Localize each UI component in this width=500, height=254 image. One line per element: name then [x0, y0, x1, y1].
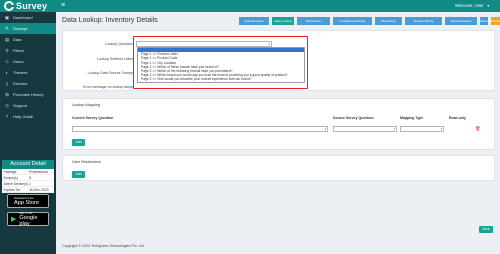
help-icon: ? — [5, 114, 9, 119]
sidebar-item-label: Support — [13, 103, 28, 108]
tab-preview[interactable]: Preview — [491, 17, 500, 25]
account-detail-title: Account Detail — [2, 160, 54, 169]
tablet-icon: ▯ — [5, 80, 9, 86]
lookup-data-source-label: Lookup Data Source Survey* — [87, 71, 134, 75]
account-detail-rows: Package Professional Device(s) 5 Active Devi… — [2, 169, 54, 193]
sidebar-item-help-guide[interactable]: ? Help Guide — [0, 111, 56, 122]
menu-toggle-icon[interactable]: ≡ — [61, 2, 65, 10]
account-detail-value: 26-Dec-2023 — [29, 188, 49, 192]
tab-data-lookup[interactable]: Data Lookup — [272, 17, 294, 25]
sidebar-item-label: Themes — [13, 70, 28, 75]
sidebar-item-data[interactable]: ▤ Data — [0, 34, 56, 45]
app-logo[interactable]: Survey — [4, 1, 47, 11]
tab-questionnaire[interactable]: Questionnaire — [239, 17, 269, 25]
sidebar-item-support[interactable]: ⊙ Support — [0, 100, 56, 111]
page-title: Data Lookup: Inventory Details — [62, 17, 158, 24]
sidebar-item-devices[interactable]: ▯ Devices — [0, 78, 56, 89]
delete-row-icon[interactable]: 🗑 — [475, 126, 481, 132]
tab-branching[interactable]: Branching — [375, 17, 402, 25]
account-detail-row: Expires On 26-Dec-2023 — [2, 187, 54, 193]
tab-conditional-display[interactable]: Conditional Display — [333, 17, 372, 25]
play-store-icon: ▶ — [11, 215, 17, 223]
account-detail-card: Account Detail Package Professional Device… — [2, 160, 54, 193]
lookup-subfield-label: Lookup Subfield Label* — [97, 57, 134, 61]
col-mapping-type: Mapping Type — [400, 116, 424, 120]
account-detail-value: Professional — [29, 170, 48, 174]
tab-answer-piping[interactable]: Answer Piping — [405, 17, 442, 25]
account-detail-key: Package — [3, 170, 17, 174]
add-restriction-button[interactable]: Add — [72, 171, 85, 178]
google-play-button[interactable]: ▶ GET IT ON Google play — [7, 212, 49, 227]
mapping-type-select[interactable]: ▾ — [400, 126, 444, 132]
tab-randomization[interactable]: Randomization — [445, 17, 477, 25]
sidebar-item-surveys[interactable]: ✎ Surveys — [0, 23, 56, 34]
sidebar-item-label: Users — [13, 59, 24, 64]
tab-scoring[interactable]: Scoring — [480, 17, 491, 25]
account-detail-key: Expires On — [3, 188, 21, 192]
col-current-survey-question: Current Survey Question — [72, 116, 114, 120]
database-icon: ▤ — [4, 36, 10, 42]
dashboard-icon: ▣ — [4, 14, 10, 20]
current-survey-question-select[interactable]: ▾ — [72, 126, 328, 132]
sidebar-item-label: Devices — [13, 81, 28, 86]
sidebar-nav: ▣ Dashboard ✎ Surveys ▤ Data ⚲ Filters ☺ Users ◐ Th… — [0, 12, 56, 122]
cart-icon: ⊞ — [5, 91, 9, 97]
col-read-only: Read-only — [449, 116, 466, 120]
user-menu[interactable]: Welcome, User ▼ — [455, 3, 490, 8]
filter-icon: ⚲ — [5, 47, 9, 53]
users-icon: ☺ — [4, 59, 10, 64]
sidebar-item-label: Surveys — [13, 26, 28, 31]
chevron-down-icon: ▾ — [393, 127, 395, 131]
lookup-question-label: Lookup Question* — [105, 42, 134, 46]
account-detail-value: 2 — [29, 182, 31, 186]
logo-icon — [4, 1, 14, 11]
sidebar-item-label: Help Guide — [13, 114, 34, 119]
account-detail-key: Device(s) — [3, 176, 18, 180]
account-detail-value: 5 — [29, 176, 31, 180]
lookup-mapping-title: Lookup Mapping — [72, 103, 101, 107]
sidebar-item-label: Data — [13, 37, 22, 42]
error-message-label: Error message on lookup failure — [83, 85, 134, 89]
sidebar-item-label: Dashboard — [13, 15, 33, 20]
lookup-mapping-panel — [62, 98, 495, 150]
tab-workspace[interactable]: Workspace — [297, 17, 330, 25]
chevron-down-icon: ▾ — [324, 127, 326, 131]
col-source-survey-question: Source Survey Question — [333, 116, 374, 120]
add-mapping-button[interactable]: Add — [72, 139, 85, 146]
sidebar-item-dashboard[interactable]: ▣ Dashboard — [0, 12, 56, 23]
sidebar-item-purchase-history[interactable]: ⊞ Purchase History — [0, 89, 56, 100]
user-restrictions-title: User Restrictions — [72, 160, 101, 164]
chevron-down-icon: ▼ — [486, 3, 490, 8]
sidebar-item-label: Purchase History — [13, 92, 44, 97]
app-store-button[interactable]: Download on the App Store — [7, 194, 49, 208]
palette-icon: ◐ — [5, 70, 9, 75]
source-survey-question-select[interactable]: ▾ — [333, 126, 397, 132]
user-restrictions-panel — [62, 155, 495, 181]
top-bar: Survey ≡ Welcome, User ▼ — [0, 0, 500, 12]
sidebar-item-label: Filters — [13, 48, 24, 53]
sidebar-item-themes[interactable]: ◐ Themes — [0, 67, 56, 78]
chevron-down-icon: ▾ — [440, 127, 442, 131]
save-button[interactable]: Save — [479, 226, 493, 233]
google-play-label: Google play — [19, 214, 38, 227]
account-detail-key: Active Device(s) — [3, 182, 29, 186]
app-store-label: App Store — [14, 199, 39, 206]
support-icon: ⊙ — [5, 102, 9, 108]
welcome-text: Welcome, User — [454, 3, 484, 8]
sidebar-item-filters[interactable]: ⚲ Filters — [0, 45, 56, 56]
highlight-annotation — [133, 36, 308, 89]
clipboard-icon: ✎ — [5, 25, 9, 31]
footer-copyright: Copyright © 2023 Techgrams Technologies … — [62, 244, 145, 248]
logo-text: Survey — [16, 1, 48, 11]
sidebar-item-users[interactable]: ☺ Users — [0, 56, 56, 67]
